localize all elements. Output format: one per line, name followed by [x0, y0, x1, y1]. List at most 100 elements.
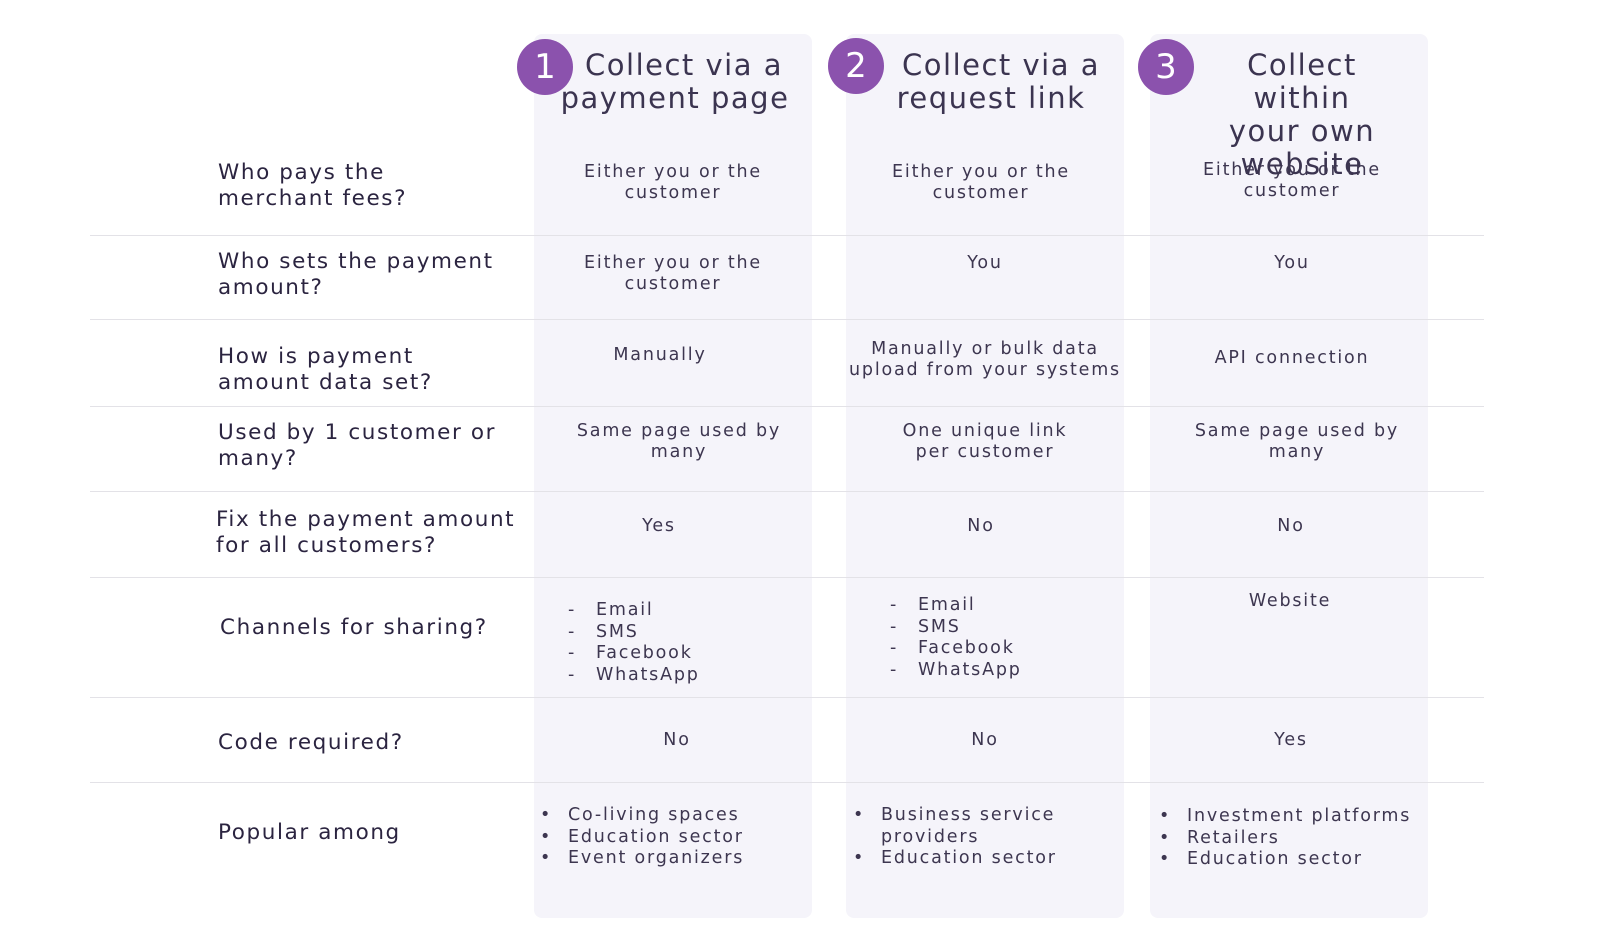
channel-list: - Email - SMS - Facebook - WhatsApp: [890, 595, 1022, 681]
list-item: • Co-living spaces: [540, 805, 744, 827]
header-line: your own: [1228, 114, 1376, 148]
header-line: request link: [896, 81, 1086, 115]
dash-marker: -: [890, 616, 899, 637]
list-item: • Business service providers: [853, 805, 1103, 848]
cell-line: Either you or the: [584, 162, 762, 182]
row-divider: [90, 491, 1484, 492]
dash-marker: -: [568, 664, 577, 685]
list-item: - Facebook: [890, 638, 1022, 660]
cell: Either you or the customer: [534, 162, 812, 204]
cell-line: One unique link: [902, 421, 1068, 441]
cell-line: Either you or the: [1203, 160, 1381, 180]
cell: Either you or the customer: [842, 162, 1120, 204]
question-line: many?: [218, 446, 298, 471]
cell: Manually or bulk data upload from your sy…: [830, 339, 1140, 381]
cell-line: Manually or bulk data: [871, 339, 1099, 359]
question-line: merchant fees?: [218, 186, 408, 211]
bullet-marker: •: [540, 848, 553, 868]
cell-line: per customer: [915, 442, 1055, 462]
question-line: Popular among: [218, 820, 401, 845]
list-item: • Investment platforms: [1159, 806, 1411, 828]
item-text: SMS: [596, 621, 639, 642]
item-text: Business service providers: [881, 805, 1056, 847]
row-divider: [90, 235, 1484, 236]
dash-marker: -: [568, 643, 577, 663]
item-text: Retailers: [1187, 827, 1280, 848]
channel-list: - Email - SMS - Facebook - WhatsApp: [568, 600, 700, 686]
list-item: • Retailers: [1159, 828, 1411, 850]
cell-line: customer: [1243, 181, 1341, 201]
item-text: Email: [918, 595, 976, 615]
column-header-request-link: Collect via a request link: [872, 49, 1110, 115]
popular-list: • Co-living spaces • Education sector • Eve…: [540, 805, 744, 870]
list-item: - Facebook: [568, 643, 700, 665]
cell: No: [846, 730, 1124, 751]
bullet-marker: •: [853, 805, 866, 825]
cell: Manually: [521, 345, 799, 366]
item-text: Education sector: [881, 848, 1057, 868]
question-line: Used by 1 customer or: [218, 420, 497, 445]
bullet-marker: •: [1159, 827, 1172, 848]
bullet-marker: •: [853, 848, 866, 868]
list-item: • Event organizers: [540, 848, 744, 870]
row-question-channels: Channels for sharing?: [220, 615, 540, 641]
step-badge-3: 3: [1138, 39, 1194, 95]
dash-marker: -: [568, 621, 577, 642]
cell: You: [846, 253, 1124, 274]
item-text: Facebook: [596, 643, 693, 663]
question-line: Who sets the payment: [218, 249, 494, 274]
row-question-payment-amount: Who sets the payment amount?: [218, 249, 538, 301]
question-line: amount data set?: [218, 370, 433, 395]
dash-marker: -: [890, 638, 899, 658]
bullet-marker: •: [1159, 806, 1172, 826]
cell: No: [842, 516, 1120, 537]
cell-line: API connection: [1214, 348, 1370, 368]
item-text: Event organizers: [568, 848, 745, 868]
question-line: How is payment: [218, 344, 414, 369]
row-question-customers: Used by 1 customer or many?: [218, 420, 538, 472]
cell-line: Either you or the: [892, 162, 1070, 182]
item-text: Education sector: [568, 826, 744, 847]
bullet-marker: •: [1159, 849, 1172, 869]
header-line: Collect via a: [585, 48, 783, 82]
cell-line: customer: [932, 183, 1030, 203]
item-text: Facebook: [918, 638, 1015, 658]
item-text: SMS: [918, 616, 961, 637]
list-item: - SMS: [568, 622, 700, 644]
cell-line: Same page used by: [1194, 421, 1400, 441]
cell-line: No: [971, 730, 999, 750]
cell-line: You: [967, 253, 1003, 273]
header-line: Collect within: [1247, 48, 1357, 115]
popular-list: • Business service providers • Education s…: [853, 805, 1103, 870]
row-question-code: Code required?: [218, 730, 538, 756]
row-question-fix-amount: Fix the payment amount for all customers…: [216, 507, 536, 559]
row-question-merchant-fees: Who pays the merchant fees?: [218, 160, 538, 212]
list-item: • Education sector: [1159, 849, 1411, 871]
dash-marker: -: [890, 595, 899, 615]
cell-line: No: [1277, 516, 1305, 536]
cell: Same page used by many: [1158, 421, 1436, 463]
cell-line: No: [663, 730, 691, 750]
row-divider: [90, 319, 1484, 320]
list-item: • Education sector: [853, 848, 1103, 870]
question-line: Fix the payment amount: [216, 507, 516, 532]
item-text: Email: [596, 600, 654, 620]
list-item: - WhatsApp: [890, 660, 1022, 682]
cell-line: Yes: [642, 516, 676, 536]
cell: Either you or the customer: [1153, 160, 1431, 202]
cell-line: No: [967, 516, 995, 536]
question-line: Who pays the: [218, 160, 385, 185]
list-item: - WhatsApp: [568, 665, 700, 687]
column-header-payment-page: Collect via a payment page: [560, 49, 790, 115]
cell-line: Manually: [613, 345, 707, 365]
dash-marker: -: [568, 600, 577, 620]
cell-line: Yes: [1274, 730, 1308, 750]
row-divider: [90, 697, 1484, 698]
cell-line: many: [650, 442, 708, 462]
cell: Either you or the customer: [534, 253, 812, 295]
item-text: Education sector: [1187, 849, 1363, 869]
cell-line: Same page used by: [576, 421, 782, 441]
popular-list: • Investment platforms • Retailers • Educat…: [1159, 806, 1411, 871]
dash-marker: -: [890, 659, 899, 680]
cell: Same page used by many: [540, 421, 818, 463]
